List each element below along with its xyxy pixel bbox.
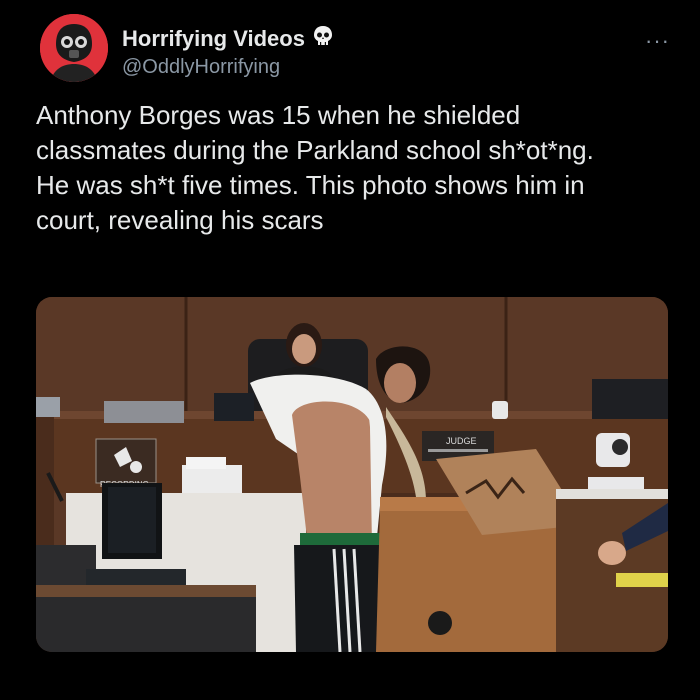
avatar[interactable] <box>40 14 108 82</box>
courtroom-photo: JUDGE RECORDING <box>36 297 668 652</box>
tweet-media-photo[interactable]: JUDGE RECORDING <box>36 297 668 652</box>
avatar-image <box>40 14 108 82</box>
tweet-header: Horrifying Videos @OddlyHorrifying ··· <box>40 14 670 84</box>
author-display-name[interactable]: Horrifying Videos <box>122 26 305 52</box>
tweet-text: Anthony Borges was 15 when he shielded c… <box>36 100 594 235</box>
judge-nameplate: JUDGE <box>446 436 477 446</box>
skull-icon <box>311 24 335 54</box>
author-handle[interactable]: @OddlyHorrifying <box>122 56 335 79</box>
author-name-row[interactable]: Horrifying Videos <box>122 24 335 54</box>
more-options-button[interactable]: ··· <box>645 28 670 54</box>
